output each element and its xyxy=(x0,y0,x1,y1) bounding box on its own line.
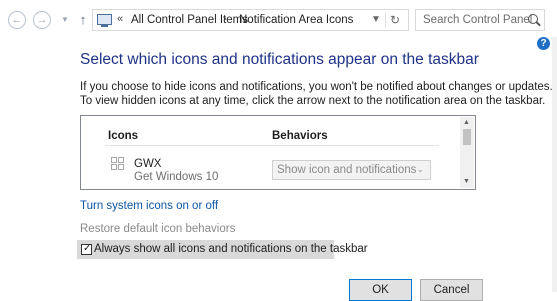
always-show-checkbox-row[interactable]: ✓ Always show all icons and notification… xyxy=(77,240,368,259)
list-item-name: GWX xyxy=(134,158,162,170)
checkmark-icon: ✓ xyxy=(83,243,92,254)
search-icon[interactable] xyxy=(528,14,538,24)
restore-defaults-link: Restore default icon behaviors xyxy=(80,223,236,235)
chevron-down-icon: ⌄ xyxy=(416,164,424,174)
page-title: Select which icons and notifications app… xyxy=(80,51,479,68)
column-header-behaviors: Behaviors xyxy=(272,130,328,142)
behavior-select-value: Show icon and notifications xyxy=(277,164,417,176)
breadcrumb-overflow[interactable]: « xyxy=(117,13,123,25)
cancel-button[interactable]: Cancel xyxy=(420,279,483,301)
scroll-up-icon[interactable]: ▲ xyxy=(463,119,470,126)
chevron-down-icon: ▼ xyxy=(61,15,69,24)
windows-logo-icon xyxy=(111,157,125,171)
forward-button[interactable]: → xyxy=(33,11,51,29)
refresh-icon[interactable]: ↻ xyxy=(390,13,400,27)
window-edge xyxy=(552,37,557,292)
address-dropdown-icon[interactable]: ▼ xyxy=(371,14,381,25)
dialog-footer: OK Cancel xyxy=(0,268,557,301)
back-button[interactable]: ← xyxy=(8,11,26,29)
vertical-scrollbar[interactable]: ▲ ▼ xyxy=(460,117,474,188)
list-item-description: Get Windows 10 xyxy=(134,171,219,183)
control-panel-icon xyxy=(97,14,112,27)
description-line-1: If you choose to hide icons and notifica… xyxy=(80,81,553,93)
page-description: If you choose to hide icons and notifica… xyxy=(80,80,553,108)
ok-button[interactable]: OK xyxy=(349,279,412,301)
behavior-select[interactable]: Show icon and notifications ⌄ xyxy=(272,160,431,180)
description-line-2: To view hidden icons at any time, click … xyxy=(80,95,546,107)
breadcrumb-all-control-panel-items[interactable]: All Control Panel Items xyxy=(131,14,248,26)
arrow-up-icon: ↑ xyxy=(79,12,87,27)
search-input[interactable]: Search Control Panel xyxy=(415,9,545,31)
recent-pages-button[interactable]: ▼ xyxy=(56,11,74,29)
turn-system-icons-link[interactable]: Turn system icons on or off xyxy=(80,200,218,212)
navigation-bar: ← → ▼ ↑ « All Control Panel Items › Noti… xyxy=(0,0,557,40)
column-header-icons: Icons xyxy=(108,130,139,142)
always-show-checkbox[interactable]: ✓ xyxy=(81,243,92,255)
help-icon[interactable]: ? xyxy=(537,37,550,50)
always-show-label[interactable]: Always show all icons and notifications … xyxy=(94,243,368,255)
icons-list[interactable]: Icons Behaviors GWX Get Windows 10 Show … xyxy=(80,115,476,190)
address-bar[interactable]: « All Control Panel Items › Notification… xyxy=(92,9,409,31)
header-divider xyxy=(105,145,439,146)
divider xyxy=(385,12,386,28)
breadcrumb-notification-area-icons[interactable]: Notification Area Icons xyxy=(239,14,353,26)
scroll-down-icon[interactable]: ▼ xyxy=(463,178,470,185)
scrollbar-thumb[interactable] xyxy=(463,129,471,145)
search-placeholder: Search Control Panel xyxy=(423,14,533,26)
breadcrumb-separator[interactable]: › xyxy=(223,13,227,25)
arrow-right-icon: → xyxy=(36,14,48,26)
up-button[interactable]: ↑ xyxy=(76,11,90,29)
arrow-left-icon: ← xyxy=(11,14,23,26)
